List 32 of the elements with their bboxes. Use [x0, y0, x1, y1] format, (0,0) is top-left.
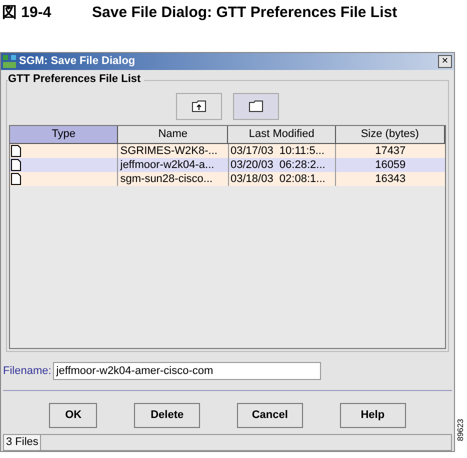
dialog-button[interactable]: Cancel	[236, 403, 303, 428]
column-header[interactable]: Size (bytes)	[336, 126, 445, 144]
window-title: SGM: Save File Dialog	[19, 54, 136, 70]
figure-id: 89623	[455, 418, 466, 442]
close-button[interactable]: ×	[438, 54, 452, 68]
table-cell-text: 16059	[374, 158, 407, 172]
document-icon	[11, 158, 21, 171]
network-icon	[3, 54, 17, 68]
figure-number: 図 19-4	[2, 2, 52, 23]
column-header[interactable]: Name	[118, 126, 228, 144]
file-row[interactable]: jeffmoor-w2k04-a... 03/20/03 06:28:2... 16059	[10, 158, 445, 172]
status-text: 3 Files	[4, 435, 42, 450]
column-header[interactable]: Last Modified	[228, 126, 336, 144]
dialog-button[interactable]: Help	[340, 403, 406, 428]
file-row[interactable]: SGRIMES-W2K8-... 03/17/03 10:11:5... 17437	[10, 144, 445, 158]
file-row[interactable]: sgm-sun28-cisco... 03/18/03 02:08:1... 16343	[10, 172, 445, 186]
column-header[interactable]: Type	[10, 126, 118, 144]
filename-field[interactable]: jeffmoor-w2k04-amer-cisco-com	[53, 362, 322, 380]
table-cell-text: 17437	[374, 144, 407, 158]
folder-up-icon	[192, 100, 206, 112]
new-folder-button[interactable]	[233, 92, 279, 120]
table-cell: 03/18/03 02:08:1...	[228, 172, 336, 186]
dialog-button[interactable]: OK	[49, 403, 98, 428]
dialog-button[interactable]: Delete	[134, 403, 200, 428]
folder-icon	[249, 100, 263, 112]
figure-title: Save File Dialog: GTT Preferences File List	[92, 2, 398, 23]
filename-label: Filename:	[3, 364, 52, 379]
up-folder-button[interactable]	[176, 92, 222, 120]
table-cell-text: 16343	[374, 172, 407, 186]
document-icon	[11, 172, 21, 185]
table-cell: sgm-sun28-cisco...	[118, 172, 228, 186]
document-icon	[11, 144, 21, 157]
